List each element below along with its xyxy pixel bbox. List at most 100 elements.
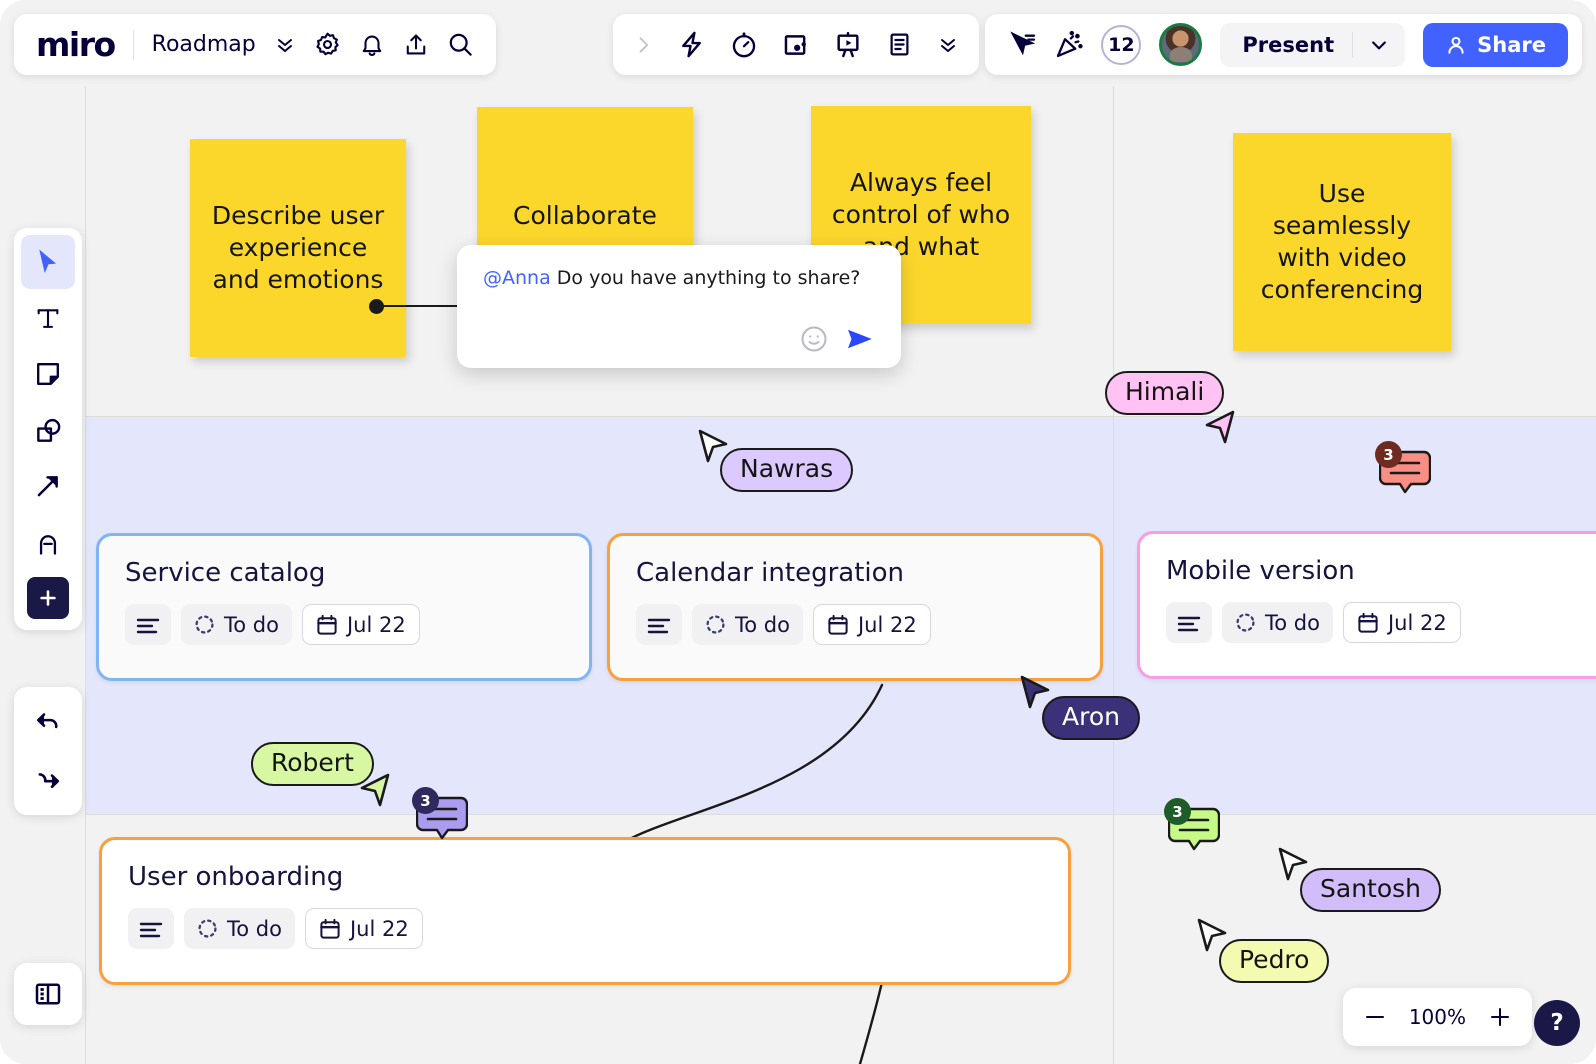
lightning-icon[interactable] [677,30,706,59]
comment-count-badge: 3 [1164,798,1191,825]
cursor-share-icon[interactable] [1009,30,1037,59]
panel-toggle-button[interactable] [14,963,82,1025]
document-icon[interactable] [886,31,913,58]
participant-count-badge[interactable]: 12 [1101,24,1142,65]
comment-mention[interactable]: @Anna [483,267,551,289]
description-icon-chip[interactable] [1166,602,1212,643]
status-chip[interactable]: To do [1222,602,1333,643]
task-card[interactable]: Service catalog To do Jul 22 [96,533,592,681]
sticky-note[interactable]: Describe user experience and emotions [190,139,406,357]
sticky-note-tool[interactable] [21,347,75,401]
task-card-title: Calendar integration [636,558,904,588]
collaborator-name: Robert [271,748,354,777]
task-card[interactable]: User onboarding To do Jul 22 [99,837,1071,985]
task-card-title: Mobile version [1166,556,1355,586]
help-label: ? [1550,1010,1564,1036]
sticky-note-text: Use seamlessly with video conferencing [1260,179,1424,304]
chevron-down-double-icon[interactable] [274,34,296,56]
canvas-gridline-right [1113,86,1114,1064]
task-card[interactable]: Mobile version To do Jul 22 [1137,531,1596,679]
zoom-controls: 100% [1342,988,1532,1046]
undo-redo-group [14,687,82,815]
emoji-icon[interactable] [799,324,829,354]
comment-count: 3 [1172,802,1183,821]
person-icon [1445,34,1467,56]
task-card-meta: To do Jul 22 [128,908,1042,949]
board-name[interactable]: Roadmap [152,32,256,57]
description-icon-chip[interactable] [636,604,682,645]
undo-button[interactable] [21,695,75,749]
presentation-icon[interactable] [834,31,862,59]
due-date-chip[interactable]: Jul 22 [304,908,423,949]
share-button[interactable]: Share [1423,22,1568,67]
frame-icon[interactable] [782,31,810,59]
comment-bubble[interactable]: 3 [412,787,469,848]
cursor-label: Robert [251,742,374,787]
timer-icon[interactable] [730,31,758,59]
gear-icon[interactable] [314,31,341,58]
board-canvas[interactable]: Describe user experience and emotions Co… [0,0,1596,1064]
cursor-label: Aron [1042,696,1140,741]
status-label: To do [735,612,790,637]
participant-count: 12 [1108,33,1135,56]
header-right-group: 12 Present Share [985,14,1582,75]
avatar[interactable] [1159,23,1203,66]
comment-count-badge: 3 [412,787,439,814]
due-date-chip[interactable]: Jul 22 [1342,602,1461,643]
present-group: Present [1220,22,1406,67]
collaborator-name: Nawras [740,454,834,483]
status-label: To do [1265,610,1320,635]
comment-popup[interactable]: @Anna Do you have anything to share? [457,245,901,368]
comment-bubble[interactable]: 3 [1375,441,1432,502]
upload-icon[interactable] [403,32,429,58]
due-date-label: Jul 22 [857,612,917,637]
due-date-chip[interactable]: Jul 22 [812,604,931,645]
collaborator-name: Pedro [1239,945,1310,974]
shapes-tool[interactable] [21,403,75,457]
comment-bubble[interactable]: 3 [1164,798,1221,859]
send-icon[interactable] [843,324,877,354]
collaborator-name: Aron [1062,702,1120,731]
task-card-meta: To do Jul 22 [636,604,1074,645]
zoom-in-button[interactable] [1488,1005,1512,1029]
header-divider [132,29,134,60]
arrow-tool[interactable] [21,459,75,513]
comment-anchor-line [381,305,459,307]
left-toolbar [14,228,82,630]
description-icon-chip[interactable] [125,604,171,645]
help-button[interactable]: ? [1534,1000,1580,1046]
task-card-meta: To do Jul 22 [1166,602,1596,643]
due-date-chip[interactable]: Jul 22 [301,604,420,645]
task-card[interactable]: Calendar integration To do Jul 22 [607,533,1103,681]
redo-button[interactable] [21,753,75,807]
miro-logo[interactable]: miro [36,25,116,64]
miro-board-app: Describe user experience and emotions Co… [0,0,1596,1064]
search-icon[interactable] [447,31,474,58]
due-date-label: Jul 22 [1387,610,1447,635]
status-chip[interactable]: To do [692,604,803,645]
celebrate-icon[interactable] [1055,30,1084,59]
due-date-label: Jul 22 [346,612,406,637]
select-tool[interactable] [21,235,75,289]
pen-tool[interactable] [21,515,75,569]
text-tool[interactable] [21,291,75,345]
chevron-down-icon[interactable] [1352,31,1405,58]
chevron-down-double-icon[interactable] [937,34,959,56]
description-icon-chip[interactable] [128,908,174,949]
present-button[interactable]: Present [1220,33,1352,57]
sticky-note[interactable]: Use seamlessly with video conferencing [1233,133,1451,351]
share-label: Share [1477,32,1546,57]
zoom-level[interactable]: 100% [1409,1005,1466,1029]
chevron-right-icon[interactable] [633,35,653,55]
comment-message: Do you have anything to share? [550,267,861,289]
task-card-title: Service catalog [125,558,326,588]
header-left-group: miro Roadmap [14,14,496,75]
status-chip[interactable]: To do [181,604,292,645]
zoom-out-button[interactable] [1363,1005,1387,1029]
collaborator-name: Santosh [1320,874,1422,903]
status-chip[interactable]: To do [184,908,295,949]
sticky-note-text: Collaborate [513,201,657,230]
cursor-label: Nawras [720,448,854,493]
more-apps-tool[interactable] [27,577,69,619]
bell-icon[interactable] [359,32,385,58]
